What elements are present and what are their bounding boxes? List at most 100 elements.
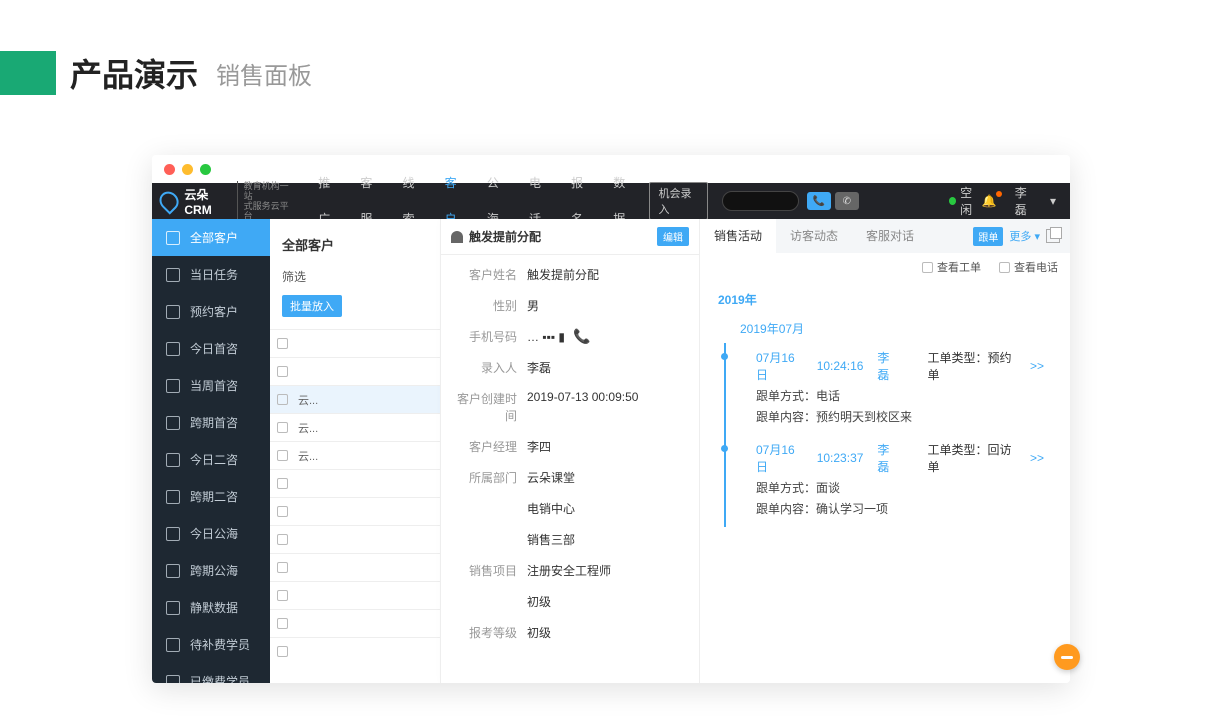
- tl-expand[interactable]: >>: [1030, 451, 1052, 465]
- timeline-item: 07月16日10:24:16李磊工单类型：预约单>>跟单方式：电话跟单内容：预约…: [724, 343, 1052, 435]
- close-dot[interactable]: [164, 164, 175, 175]
- current-user[interactable]: 李磊: [1015, 184, 1032, 218]
- user-menu-chevron-icon[interactable]: ▾: [1050, 194, 1056, 208]
- detail-label: 所属部门: [451, 469, 527, 486]
- sidebar-item-label: 今日二咨: [190, 451, 238, 468]
- detail-value: 电销中心: [527, 500, 689, 517]
- row-checkbox[interactable]: [277, 422, 288, 433]
- detail-label: 录入人: [451, 359, 527, 376]
- tl-type: 工单类型：预约单: [928, 349, 1016, 383]
- search-input[interactable]: [722, 191, 799, 211]
- sidebar-icon: [166, 305, 180, 319]
- bulk-action-button[interactable]: 批量放入: [282, 295, 342, 317]
- activity-tab-0[interactable]: 销售活动: [700, 219, 776, 253]
- detail-value: 注册安全工程师: [527, 562, 689, 579]
- follow-tag[interactable]: 跟单: [973, 227, 1003, 246]
- notifications-icon[interactable]: 🔔: [982, 194, 997, 208]
- phone-dial-button[interactable]: 📞: [807, 192, 831, 210]
- customer-detail-panel: 触发提前分配 编辑 客户姓名触发提前分配性别男手机号码… ▪▪▪ ▮📞录入人李磊…: [440, 219, 700, 683]
- detail-value: 触发提前分配: [527, 266, 689, 283]
- detail-row: 客户经理李四: [451, 431, 689, 462]
- sidebar-item-label: 预约客户: [190, 303, 238, 320]
- sidebar-item-5[interactable]: 跨期首咨: [152, 404, 270, 441]
- minimize-dot[interactable]: [182, 164, 193, 175]
- list-title: 全部客户: [282, 229, 440, 260]
- table-row[interactable]: 云...: [270, 441, 440, 469]
- row-checkbox[interactable]: [277, 534, 288, 545]
- row-checkbox[interactable]: [277, 366, 288, 377]
- row-checkbox[interactable]: [277, 450, 288, 461]
- sidebar-item-6[interactable]: 今日二咨: [152, 441, 270, 478]
- table-row[interactable]: [270, 581, 440, 609]
- activity-tab-2[interactable]: 客服对话: [852, 219, 928, 253]
- table-row[interactable]: [270, 609, 440, 637]
- maximize-dot[interactable]: [200, 164, 211, 175]
- sidebar-item-1[interactable]: 当日任务: [152, 256, 270, 293]
- row-checkbox[interactable]: [277, 506, 288, 517]
- sidebar-item-12[interactable]: 已缴费学员: [152, 663, 270, 683]
- row-checkbox[interactable]: [277, 590, 288, 601]
- detail-title: 触发提前分配: [469, 228, 541, 245]
- activity-tab-1[interactable]: 访客动态: [776, 219, 852, 253]
- help-fab-button[interactable]: [1054, 644, 1080, 670]
- sidebar-item-2[interactable]: 预约客户: [152, 293, 270, 330]
- agent-status[interactable]: 空闲: [949, 184, 982, 218]
- detail-label: 手机号码: [451, 328, 527, 345]
- row-checkbox[interactable]: [277, 394, 288, 405]
- table-row[interactable]: 云...: [270, 385, 440, 413]
- table-row[interactable]: [270, 525, 440, 553]
- logo[interactable]: 云朵CRM 教育机构一站 式服务云平台: [152, 181, 300, 221]
- sidebar-item-label: 已缴费学员: [190, 673, 250, 683]
- more-link[interactable]: 更多 ▾: [1009, 228, 1040, 244]
- phone-controls: 📞 ✆: [807, 192, 859, 210]
- detail-value: … ▪▪▪ ▮📞: [527, 328, 689, 345]
- row-checkbox[interactable]: [277, 562, 288, 573]
- sidebar-icon: [166, 268, 180, 282]
- opportunity-entry-button[interactable]: 机会录入: [649, 182, 707, 220]
- tl-expand[interactable]: >>: [1030, 359, 1052, 373]
- call-icon[interactable]: 📞: [573, 328, 590, 344]
- sidebar-icon: [166, 342, 180, 356]
- activity-filters: 查看工单 查看电话: [700, 253, 1070, 281]
- row-checkbox[interactable]: [277, 646, 288, 657]
- page-title: 产品演示: [70, 50, 198, 96]
- sidebar-item-0[interactable]: 全部客户: [152, 219, 270, 256]
- table-row[interactable]: [270, 637, 440, 665]
- table-row[interactable]: 云...: [270, 413, 440, 441]
- tl-time: 10:23:37: [817, 451, 864, 465]
- detail-label: [451, 593, 527, 610]
- sidebar-icon: [166, 231, 180, 245]
- row-checkbox[interactable]: [277, 618, 288, 629]
- table-row[interactable]: [270, 357, 440, 385]
- sidebar-item-7[interactable]: 跨期二咨: [152, 478, 270, 515]
- detail-row: 初级: [451, 586, 689, 617]
- activity-timeline: 2019年 2019年07月 07月16日10:24:16李磊工单类型：预约单>…: [700, 281, 1070, 531]
- sidebar-item-10[interactable]: 静默数据: [152, 589, 270, 626]
- table-row[interactable]: [270, 553, 440, 581]
- sidebar-icon: [166, 675, 180, 684]
- detail-value: 李四: [527, 438, 689, 455]
- edit-button[interactable]: 编辑: [657, 227, 689, 246]
- sidebar-item-label: 今日首咨: [190, 340, 238, 357]
- filter-label[interactable]: 筛选: [282, 260, 440, 293]
- sidebar-item-8[interactable]: 今日公海: [152, 515, 270, 552]
- phone-hangup-button[interactable]: ✆: [835, 192, 859, 210]
- detail-row: 客户创建时间2019-07-13 00:09:50: [451, 383, 689, 431]
- app-window: 云朵CRM 教育机构一站 式服务云平台 推广客服线索客户公海电话报名数据 机会录…: [152, 155, 1070, 683]
- sidebar-item-9[interactable]: 跨期公海: [152, 552, 270, 589]
- sidebar-icon: [166, 527, 180, 541]
- table-row[interactable]: [270, 469, 440, 497]
- copy-icon[interactable]: [1046, 229, 1060, 243]
- sidebar-item-11[interactable]: 待补费学员: [152, 626, 270, 663]
- page-header: 产品演示 销售面板: [0, 0, 1210, 126]
- row-checkbox[interactable]: [277, 478, 288, 489]
- sidebar-item-4[interactable]: 当周首咨: [152, 367, 270, 404]
- filter-call-checkbox[interactable]: 查看电话: [999, 259, 1058, 275]
- filter-ticket-checkbox[interactable]: 查看工单: [922, 259, 981, 275]
- sidebar-item-3[interactable]: 今日首咨: [152, 330, 270, 367]
- sidebar-item-label: 全部客户: [190, 229, 238, 246]
- sidebar-item-label: 静默数据: [190, 599, 238, 616]
- sidebar-icon: [166, 416, 180, 430]
- detail-row: 报考等级初级: [451, 617, 689, 648]
- table-row[interactable]: [270, 497, 440, 525]
